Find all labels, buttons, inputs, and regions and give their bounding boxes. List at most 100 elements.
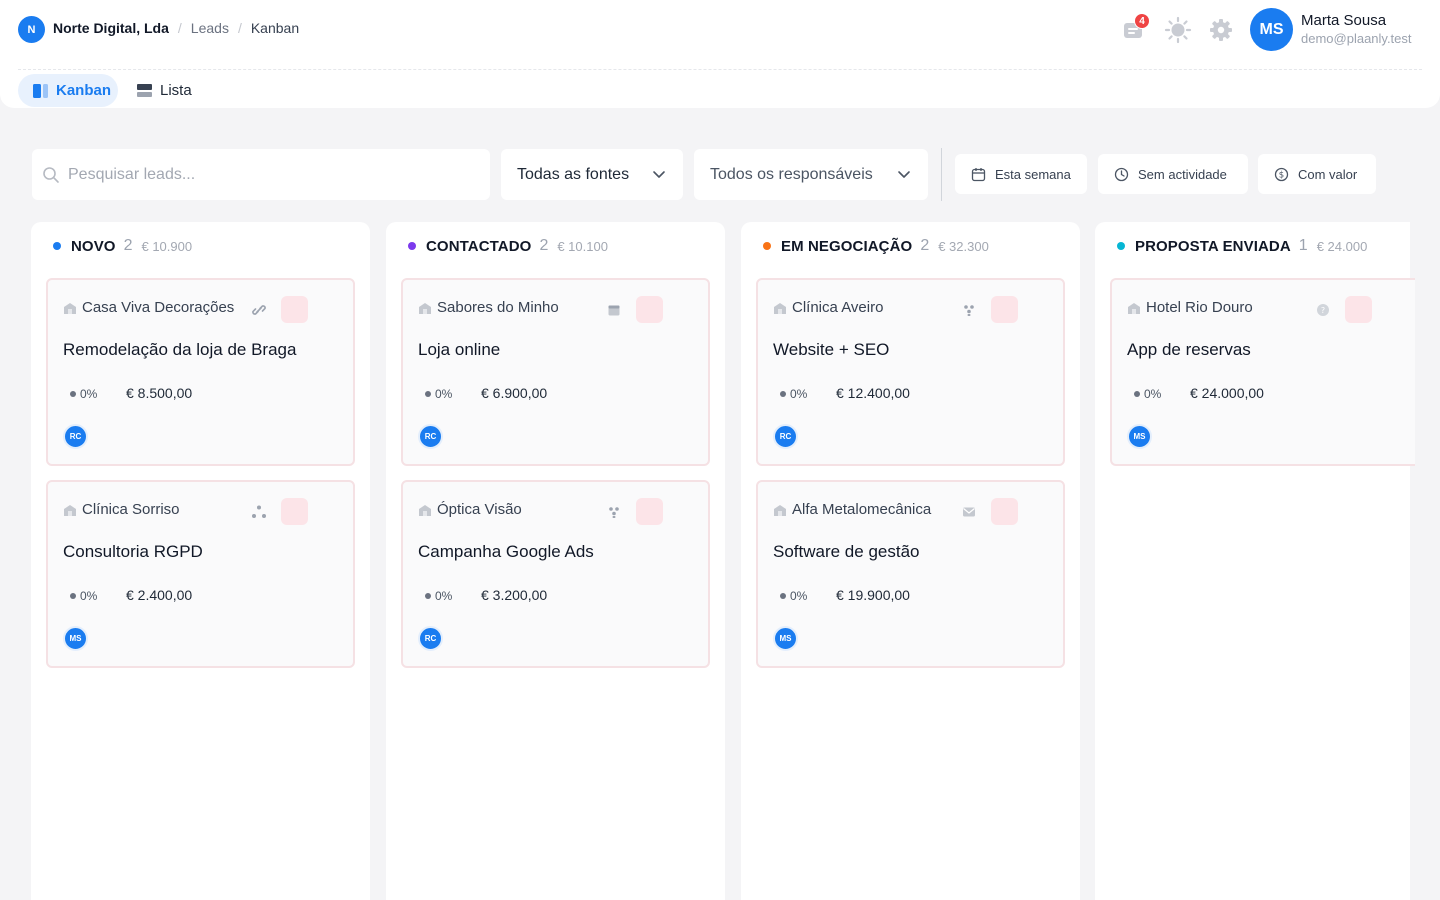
calendar-icon — [971, 167, 986, 182]
column-header: EM NEGOCIAÇÃO 2 € 32.300 — [763, 236, 989, 256]
lead-value: € 6.900,00 — [481, 385, 548, 401]
filter-chip-label: Esta semana — [995, 166, 1071, 182]
lead-probability: 0% — [1134, 387, 1161, 401]
kanban-column-contactado: CONTACTADO 2 € 10.100 Sabores do Minho L… — [386, 222, 725, 900]
building-icon — [418, 302, 432, 314]
link-icon — [251, 302, 267, 318]
column-count: 2 — [539, 237, 549, 254]
theme-toggle-button[interactable] — [1161, 13, 1195, 47]
breadcrumb-org[interactable]: Norte Digital, Lda — [53, 20, 169, 36]
lead-probability: 0% — [425, 589, 452, 603]
lead-owner-avatar[interactable]: RC — [63, 424, 88, 449]
probability-dot — [425, 593, 431, 599]
column-color-dot — [1117, 242, 1125, 250]
lead-company: Clínica Aveiro — [773, 299, 883, 316]
column-title: EM NEGOCIAÇÃO — [781, 237, 913, 255]
lead-card[interactable]: Hotel Rio Douro ? App de reservas 0% € 2… — [1110, 278, 1415, 466]
lead-company-name: Óptica Visão — [437, 501, 522, 518]
kanban-column-em-negociacao: EM NEGOCIAÇÃO 2 € 32.300 Clínica Aveiro … — [741, 222, 1080, 900]
lead-tag-marker[interactable] — [281, 498, 308, 525]
breadcrumb-leads[interactable]: Leads — [191, 20, 229, 36]
lead-card[interactable]: Óptica Visão Campanha Google Ads 0% € 3.… — [401, 480, 710, 668]
building-icon — [1127, 302, 1141, 314]
share-icon — [251, 504, 267, 520]
search-input[interactable] — [68, 165, 468, 184]
owner-select-value: Todos os responsáveis — [710, 165, 873, 183]
probability-value: 0% — [790, 387, 808, 401]
probability-value: 0% — [435, 387, 453, 401]
lead-probability: 0% — [70, 387, 97, 401]
probability-dot — [1134, 391, 1140, 397]
lead-title: Consultoria RGPD — [63, 542, 203, 561]
lead-title: Remodelação da loja de Braga — [63, 340, 297, 359]
notification-count-badge: 4 — [1134, 13, 1150, 29]
lead-card[interactable]: Sabores do Minho Loja online 0% € 6.900,… — [401, 278, 710, 466]
sun-icon — [1164, 16, 1192, 44]
lead-owner-avatar[interactable]: MS — [773, 626, 798, 651]
lead-tag-marker[interactable] — [991, 296, 1018, 323]
lead-owner-avatar[interactable]: MS — [63, 626, 88, 651]
tab-list[interactable]: Lista — [125, 74, 199, 107]
probability-value: 0% — [80, 589, 98, 603]
probability-dot — [70, 593, 76, 599]
column-color-dot — [763, 242, 771, 250]
org-logo[interactable]: N — [18, 16, 45, 43]
top-bar: N Norte Digital, Lda / Leads / Kanban 4 — [0, 0, 1440, 108]
tab-kanban[interactable]: Kanban — [18, 74, 118, 107]
column-total: € 32.300 — [938, 238, 989, 254]
user-name[interactable]: Marta Sousa — [1301, 12, 1386, 29]
svg-text:?: ? — [1321, 306, 1325, 315]
user-avatar[interactable]: MS — [1250, 8, 1293, 51]
column-header: PROPOSTA ENVIADA 1 € 24.000 — [1117, 236, 1367, 256]
help-icon: ? — [1315, 302, 1331, 318]
header-divider — [18, 69, 1422, 70]
lead-card[interactable]: Alfa Metalomecânica Software de gestão 0… — [756, 480, 1065, 668]
lead-title: Website + SEO — [773, 340, 890, 359]
notifications-button[interactable]: 4 — [1116, 13, 1150, 47]
lead-tag-marker[interactable] — [991, 498, 1018, 525]
lead-company: Clínica Sorriso — [63, 501, 180, 518]
lead-probability: 0% — [425, 387, 452, 401]
lead-probability: 0% — [780, 589, 807, 603]
lead-owner-avatar[interactable]: RC — [418, 424, 443, 449]
column-count: 1 — [1298, 237, 1308, 254]
lead-company-name: Hotel Rio Douro — [1146, 299, 1253, 316]
column-total: € 24.000 — [1316, 238, 1368, 254]
lead-card[interactable]: Clínica Sorriso Consultoria RGPD 0% € 2.… — [46, 480, 355, 668]
lead-owner-avatar[interactable]: RC — [418, 626, 443, 651]
filter-chip-no-activity[interactable]: Sem actividade — [1098, 154, 1248, 194]
column-title: NOVO — [71, 237, 116, 255]
column-header: CONTACTADO 2 € 10.100 — [408, 236, 608, 256]
source-select-value: Todas as fontes — [517, 165, 630, 183]
source-select[interactable]: Todas as fontes — [501, 149, 683, 200]
lead-tag-marker[interactable] — [281, 296, 308, 323]
filter-chip-with-value[interactable]: $ Com valor — [1258, 154, 1376, 194]
search-icon — [43, 166, 59, 183]
lead-company: Sabores do Minho — [418, 299, 559, 316]
probability-dot — [425, 391, 431, 397]
lead-company: Óptica Visão — [418, 501, 522, 518]
lead-company-name: Clínica Sorriso — [82, 501, 180, 518]
lead-probability: 0% — [70, 589, 97, 603]
filter-divider — [941, 148, 942, 201]
lead-card[interactable]: Clínica Aveiro Website + SEO 0% € 12.400… — [756, 278, 1065, 466]
lead-card[interactable]: Casa Viva Decorações Remodelação da loja… — [46, 278, 355, 466]
breadcrumb-separator: / — [177, 20, 182, 36]
lead-owner-avatar[interactable]: RC — [773, 424, 798, 449]
lead-owner-avatar[interactable]: MS — [1127, 424, 1152, 449]
column-count: 2 — [123, 237, 133, 254]
lead-title: Campanha Google Ads — [418, 542, 594, 561]
calendar-icon — [606, 302, 622, 318]
owner-select[interactable]: Todos os responsáveis — [694, 149, 928, 200]
settings-button[interactable] — [1204, 13, 1238, 47]
filter-chip-this-week[interactable]: Esta semana — [955, 154, 1087, 194]
lead-tag-marker[interactable] — [1345, 296, 1372, 323]
lead-tag-marker[interactable] — [636, 498, 663, 525]
lead-tag-marker[interactable] — [636, 296, 663, 323]
chevron-down-icon — [653, 171, 665, 178]
column-count: 2 — [920, 237, 930, 254]
probability-value: 0% — [1144, 387, 1162, 401]
search-box[interactable] — [32, 149, 490, 200]
building-icon — [418, 504, 432, 516]
tab-kanban-label: Kanban — [56, 82, 112, 99]
